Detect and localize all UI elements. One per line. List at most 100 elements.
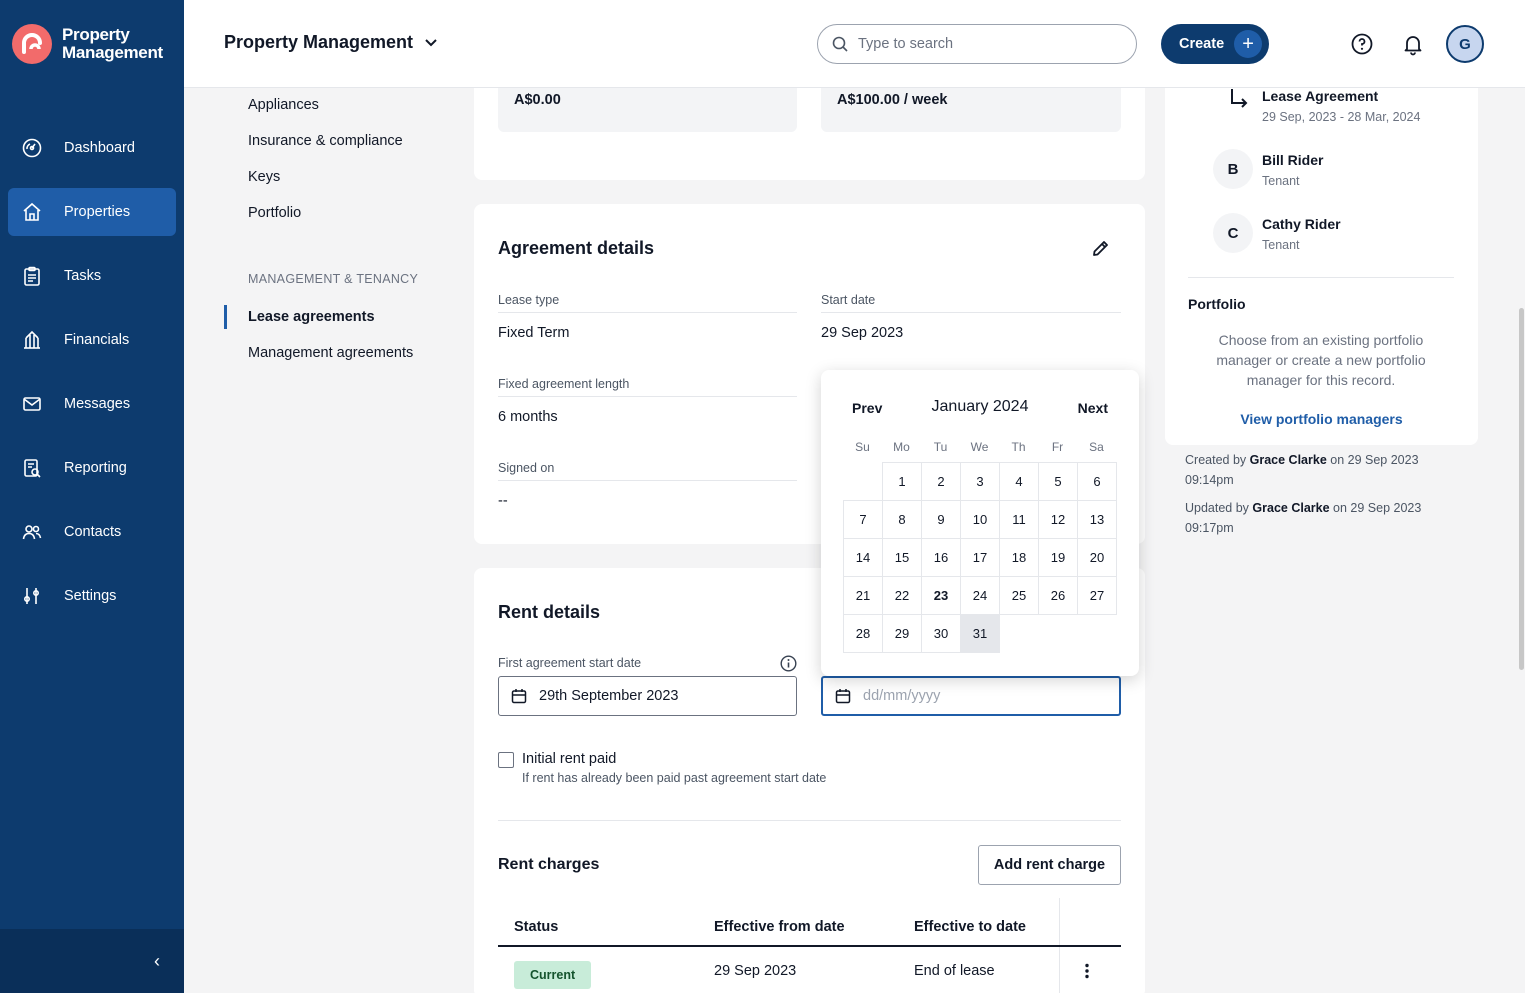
subnav-item-keys[interactable]: Keys (248, 169, 280, 185)
create-button[interactable]: Create + (1161, 24, 1269, 64)
first-start-date-input[interactable] (539, 688, 779, 704)
tenant-avatar: B (1213, 149, 1253, 189)
help-icon[interactable] (1350, 32, 1374, 56)
sidebar-item-label: Tasks (64, 268, 102, 284)
date-picker-day[interactable]: 30 (921, 614, 961, 653)
tenant-name[interactable]: Cathy Rider (1262, 216, 1341, 232)
column-header-status[interactable]: Status (514, 919, 558, 935)
date-picker-day[interactable]: 15 (882, 538, 922, 577)
initial-rent-paid-help: If rent has already been paid past agree… (522, 771, 827, 785)
date-picker-day[interactable]: 2 (921, 462, 961, 501)
column-header-to[interactable]: Effective to date (914, 919, 1026, 935)
date-picker-day[interactable]: 27 (1077, 576, 1117, 615)
date-picker-day[interactable]: 6 (1077, 462, 1117, 501)
date-picker-day[interactable]: 4 (999, 462, 1039, 501)
search-input[interactable] (858, 36, 1108, 52)
portfolio-empty-text: Choose from an existing portfolio manage… (1216, 332, 1426, 388)
updated-on: on 29 Sep 2023 (1333, 501, 1422, 515)
signed-on-label: Signed on (498, 461, 555, 475)
sidebar-item-tasks[interactable]: Tasks (8, 252, 176, 300)
second-date-input[interactable] (863, 688, 1103, 704)
page-scrollbar[interactable] (1519, 308, 1524, 670)
mail-icon (23, 397, 41, 411)
lease-agreement-link[interactable]: Lease Agreement (1262, 88, 1378, 104)
clipboard-icon (24, 266, 40, 286)
sidebar-item-settings[interactable]: Settings (8, 572, 176, 620)
column-header-from[interactable]: Effective from date (714, 919, 845, 935)
agreement-details-title: Agreement details (498, 238, 655, 258)
first-start-date-field[interactable] (498, 676, 797, 716)
brand[interactable]: Property Management (12, 24, 163, 64)
workspace-switcher[interactable]: Property Management (224, 32, 437, 53)
sidebar-item-dashboard[interactable]: Dashboard (8, 124, 176, 172)
info-icon[interactable] (780, 655, 797, 672)
date-picker-day[interactable]: 10 (960, 500, 1000, 539)
collapse-sidebar-chevron-left-icon[interactable]: ‹ (154, 951, 160, 972)
date-picker-next-button[interactable]: Next (1078, 400, 1108, 416)
sidebar-item-contacts[interactable]: Contacts (8, 508, 176, 556)
sidebar: Property Management Dashboard Properties… (0, 0, 184, 993)
add-rent-charge-button[interactable]: Add rent charge (978, 845, 1121, 885)
tenant-name[interactable]: Bill Rider (1262, 152, 1323, 168)
date-picker-day[interactable]: 8 (882, 500, 922, 539)
date-picker-day[interactable]: 28 (843, 614, 883, 653)
date-picker-day[interactable]: 22 (882, 576, 922, 615)
date-picker-day[interactable]: 3 (960, 462, 1000, 501)
subnav-item-portfolio[interactable]: Portfolio (248, 205, 301, 221)
date-picker-prev-button[interactable]: Prev (852, 400, 882, 416)
divider (1188, 277, 1454, 278)
subnav-item-insurance[interactable]: Insurance & compliance (248, 133, 403, 149)
date-picker-popover: January 2024 Prev Next Su Mo Tu We Th Fr Sa 12… (821, 370, 1139, 676)
date-picker-day[interactable]: 25 (999, 576, 1039, 615)
start-date-value: 29 Sep 2023 (821, 325, 904, 341)
avatar[interactable]: G (1446, 25, 1484, 63)
initial-rent-paid-label: Initial rent paid (522, 751, 617, 767)
sidebar-footer: ‹ (0, 929, 184, 993)
date-picker-day[interactable]: 9 (921, 500, 961, 539)
date-picker-day[interactable]: 31 (960, 614, 1000, 653)
subnav-item-lease-agreements[interactable]: Lease agreements (248, 309, 375, 325)
created-time: 09:14pm (1185, 473, 1234, 487)
date-picker-day[interactable]: 16 (921, 538, 961, 577)
date-picker-day[interactable]: 14 (843, 538, 883, 577)
updated-time: 09:17pm (1185, 521, 1234, 535)
divider (498, 312, 797, 313)
sidebar-item-label: Contacts (64, 524, 122, 540)
view-portfolio-managers-link[interactable]: View portfolio managers (1165, 411, 1478, 427)
sidebar-item-reporting[interactable]: Reporting (8, 444, 176, 492)
date-picker-day[interactable]: 20 (1077, 538, 1117, 577)
date-picker-day[interactable]: 7 (843, 500, 883, 539)
edit-pencil-icon[interactable] (1091, 239, 1110, 258)
sidebar-item-label: Settings (64, 588, 117, 604)
second-date-field[interactable] (821, 676, 1121, 716)
date-picker-day[interactable]: 26 (1038, 576, 1078, 615)
sidebar-item-properties[interactable]: Properties (8, 188, 176, 236)
sidebar-item-messages[interactable]: Messages (8, 380, 176, 428)
date-picker-day[interactable]: 17 (960, 538, 1000, 577)
date-picker-day[interactable]: 18 (999, 538, 1039, 577)
subnav-item-appliances[interactable]: Appliances (248, 97, 319, 113)
rent-details-title: Rent details (498, 602, 601, 622)
sidebar-item-label: Messages (64, 396, 131, 412)
report-icon (24, 459, 41, 478)
date-picker-day[interactable]: 12 (1038, 500, 1078, 539)
bell-icon[interactable] (1401, 32, 1425, 56)
search-box[interactable] (817, 24, 1137, 64)
more-vertical-icon[interactable] (1085, 963, 1089, 979)
created-on: on 29 Sep 2023 (1330, 453, 1419, 467)
date-picker-day[interactable]: 1 (882, 462, 922, 501)
date-picker-day[interactable]: 29 (882, 614, 922, 653)
subnav-item-management-agreements[interactable]: Management agreements (248, 345, 413, 361)
date-picker-day[interactable]: 23 (921, 576, 961, 615)
sidebar-item-financials[interactable]: Financials (8, 316, 176, 364)
date-picker-day[interactable]: 11 (999, 500, 1039, 539)
initial-rent-paid-checkbox[interactable] (498, 752, 514, 768)
date-picker-day[interactable]: 21 (843, 576, 883, 615)
date-picker-day[interactable]: 13 (1077, 500, 1117, 539)
brand-logo-icon (12, 24, 52, 64)
active-indicator (224, 305, 227, 329)
sidebar-nav: Dashboard Properties Tasks Financials Me… (8, 124, 176, 636)
date-picker-day[interactable]: 5 (1038, 462, 1078, 501)
date-picker-day[interactable]: 24 (960, 576, 1000, 615)
date-picker-day[interactable]: 19 (1038, 538, 1078, 577)
